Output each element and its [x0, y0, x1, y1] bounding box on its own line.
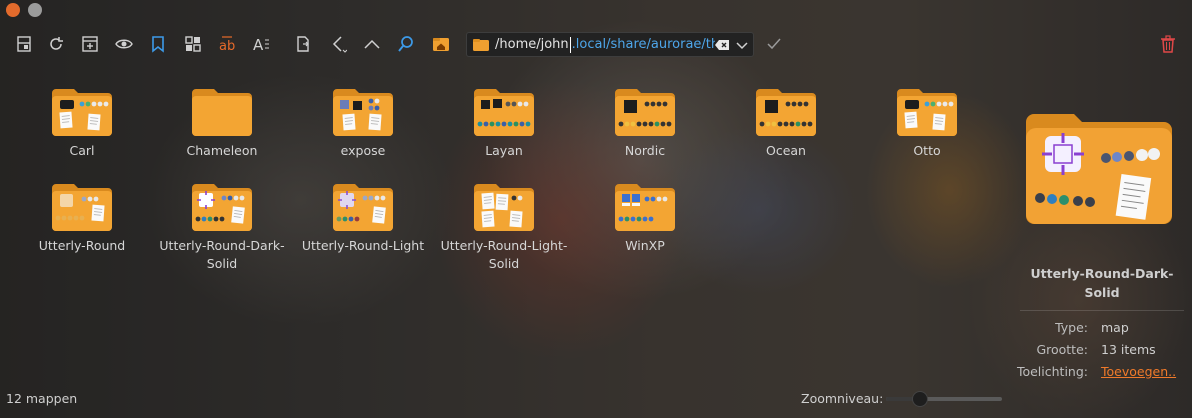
folder-label: Otto	[913, 143, 941, 158]
folder-label: expose	[340, 143, 386, 158]
folder-item[interactable]: Utterly-Round-Light-Solid	[439, 183, 569, 273]
up-icon	[364, 39, 380, 49]
bookmark-button[interactable]	[146, 32, 170, 56]
home-button[interactable]	[429, 32, 453, 56]
folder-item[interactable]: Utterly-Round	[17, 183, 147, 255]
folder-icon	[474, 89, 534, 136]
show-hidden-button[interactable]	[112, 32, 136, 56]
home-icon	[433, 38, 449, 51]
folder-item[interactable]: Otto	[862, 88, 992, 160]
selected-item-name: Utterly-Round-Dark-Solid	[1030, 266, 1174, 300]
copy-location-button[interactable]	[291, 32, 315, 56]
folder-icon	[615, 184, 675, 231]
zoom-slider-handle[interactable]	[911, 391, 928, 407]
folder-icon	[333, 89, 393, 136]
show-hidden-icon	[115, 39, 133, 49]
folder-count: 12 mappen	[6, 391, 78, 406]
up-button[interactable]	[360, 32, 384, 56]
location-bar[interactable]: /home/john .local/share/aurorae/the	[466, 32, 754, 57]
rename-icon: ab	[219, 36, 235, 53]
reload-icon	[50, 37, 63, 50]
folder-label: Nordic	[624, 143, 666, 158]
folder-label: Layan	[485, 143, 523, 158]
font-icon: A	[253, 36, 269, 53]
split-view-button[interactable]	[12, 32, 36, 56]
copy-location-icon	[297, 36, 309, 52]
folder-icon	[615, 89, 675, 136]
folder-label: Utterly-Round-Light-Solid	[440, 238, 568, 271]
window-close-button[interactable]	[6, 3, 20, 17]
back-button[interactable]	[326, 32, 350, 56]
trash-button[interactable]	[1156, 32, 1180, 56]
rename-button[interactable]: ab	[215, 32, 239, 56]
folder-icon	[474, 184, 534, 231]
info-size-label: Grootte:	[1036, 342, 1088, 357]
folder-label: Ocean	[766, 143, 806, 158]
folder-item[interactable]: Layan	[439, 88, 569, 160]
folder-item[interactable]: Ocean	[721, 88, 851, 160]
folder-item[interactable]: Utterly-Round-Dark-Solid	[157, 183, 287, 273]
folder-item[interactable]: Nordic	[580, 88, 710, 160]
folder-item[interactable]: expose	[298, 88, 428, 160]
info-type-label: Type:	[1055, 320, 1088, 335]
folder-icon	[52, 184, 112, 231]
folder-label: Carl	[69, 143, 95, 158]
folder-item[interactable]: Chameleon	[157, 88, 287, 160]
folder-label: Utterly-Round-Light	[301, 238, 425, 253]
search-button[interactable]	[394, 32, 418, 56]
folder-item[interactable]: Utterly-Round-Light	[298, 183, 428, 255]
location-path-selected: .local/share/aurorae/the	[571, 36, 728, 52]
zoom-slider-track[interactable]	[886, 397, 1002, 401]
info-size-value: 13 items	[1101, 342, 1156, 357]
text-cursor	[569, 36, 571, 53]
folder-item[interactable]: Carl	[17, 88, 147, 160]
folder-icon	[52, 89, 112, 136]
svg-text:ab: ab	[219, 39, 235, 53]
font-button[interactable]: A	[249, 32, 273, 56]
folder-icon	[333, 184, 393, 231]
info-type-row: Type: map	[1000, 320, 1190, 338]
folder-icon	[756, 89, 816, 136]
folder-label: Chameleon	[186, 143, 258, 158]
bookmark-icon	[152, 36, 164, 53]
zoom-label: Zoomniveau:	[801, 391, 884, 406]
folder-label: WinXP	[625, 238, 665, 253]
info-size-row: Grootte: 13 items	[1000, 342, 1190, 360]
add-comment-link[interactable]: Toevoegen..	[1101, 364, 1176, 379]
check-icon	[767, 38, 781, 50]
new-tab-icon	[82, 36, 98, 52]
new-tab-button[interactable]	[78, 32, 102, 56]
folder-item[interactable]: WinXP	[580, 183, 710, 255]
folder-label: Utterly-Round	[38, 238, 126, 253]
selected-folder-preview-icon	[1026, 114, 1172, 224]
chevron-down-icon[interactable]	[735, 38, 749, 52]
clear-icon[interactable]	[715, 37, 731, 53]
view-mode-icon	[185, 36, 201, 52]
location-path[interactable]: /home/john .local/share/aurorae/the	[495, 36, 728, 53]
info-comment-label: Toelichting:	[1016, 364, 1088, 379]
folder-icon	[192, 89, 252, 136]
svg-text:A: A	[253, 36, 264, 53]
folder-label: Utterly-Round-Dark-Solid	[159, 238, 285, 271]
trash-icon	[1161, 35, 1175, 53]
info-type-value: map	[1101, 320, 1129, 335]
view-mode-button[interactable]	[181, 32, 205, 56]
window-minimize-button[interactable]	[28, 3, 42, 17]
split-view-icon	[17, 36, 31, 52]
reload-button[interactable]	[44, 32, 68, 56]
search-icon	[398, 36, 413, 52]
folder-icon	[473, 38, 489, 51]
confirm-location-button[interactable]	[762, 32, 786, 56]
back-icon	[332, 36, 347, 53]
panel-divider	[1020, 310, 1184, 311]
location-path-base: /home/john	[495, 36, 569, 52]
folder-icon	[897, 89, 957, 136]
info-comment-row: Toelichting: Toevoegen..	[1000, 364, 1190, 382]
folder-icon	[192, 184, 252, 231]
